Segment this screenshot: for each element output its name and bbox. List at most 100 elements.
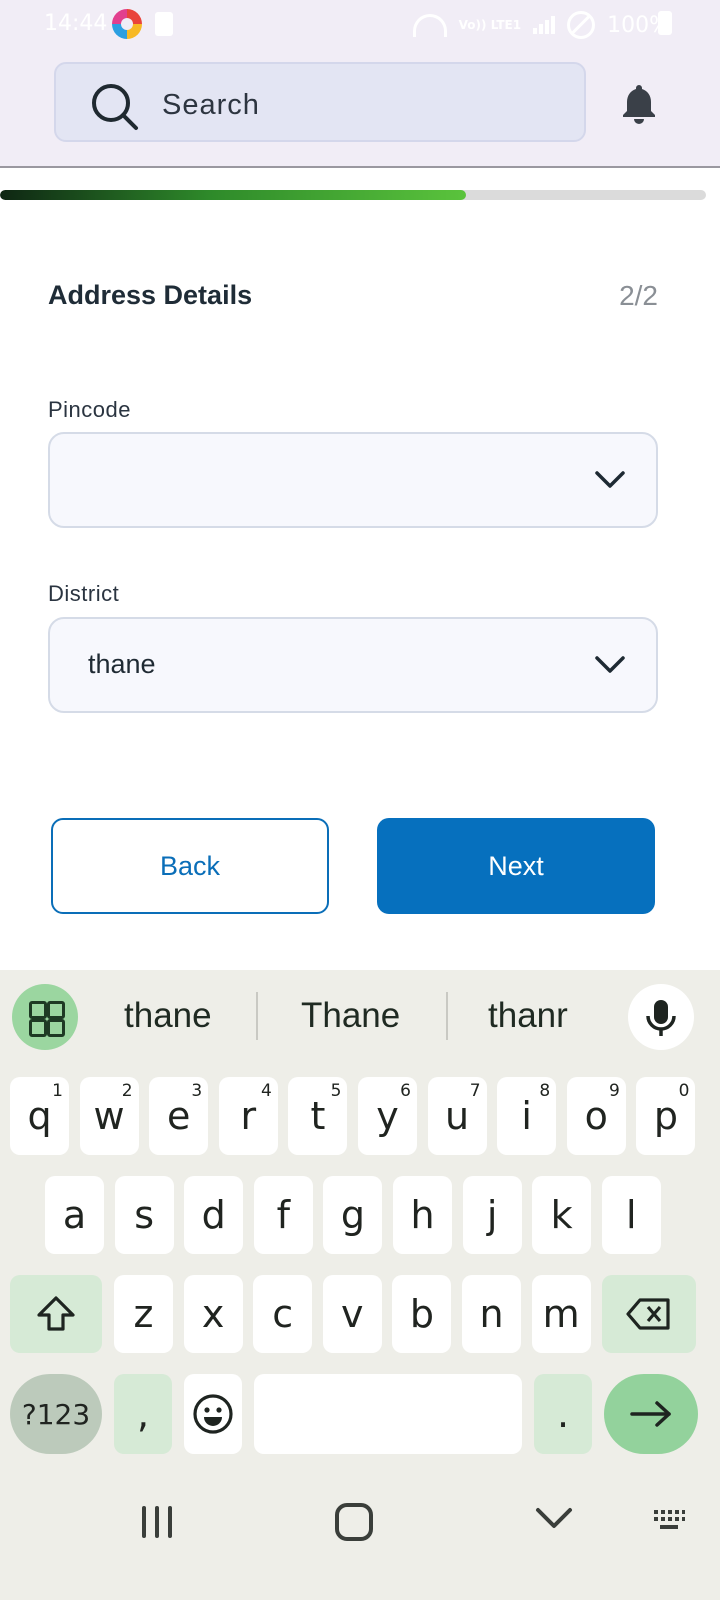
key-b[interactable]: b	[392, 1275, 452, 1353]
key-q[interactable]: q1	[10, 1077, 69, 1155]
lte-label: Vo)) LTE1	[458, 18, 522, 32]
key-r[interactable]: r4	[218, 1077, 278, 1155]
hide-keyboard-icon[interactable]	[534, 1506, 574, 1530]
key-s[interactable]: s	[114, 1176, 174, 1254]
key-label: d	[201, 1193, 226, 1237]
shift-icon	[37, 1296, 75, 1331]
chevron-down-icon	[595, 656, 625, 673]
key-label: k	[550, 1193, 573, 1237]
key-hint: 5	[330, 1081, 342, 1101]
key-z[interactable]: z	[114, 1275, 173, 1353]
district-value: thane	[88, 649, 156, 679]
arrow-right-icon	[630, 1401, 671, 1427]
key-c[interactable]: c	[253, 1275, 313, 1353]
recent-apps-icon[interactable]	[140, 1504, 174, 1540]
suggestion-3[interactable]: thanr	[488, 996, 568, 1036]
key-v[interactable]: v	[322, 1275, 382, 1353]
do-not-disturb-icon	[567, 11, 596, 39]
key-n[interactable]: n	[462, 1275, 521, 1353]
shift-key[interactable]	[10, 1275, 102, 1353]
key-label: o	[584, 1094, 608, 1138]
key-label: q	[27, 1094, 52, 1138]
divider	[446, 992, 448, 1040]
key-e[interactable]: e3	[149, 1077, 209, 1155]
status-indicators: Vo)) LTE1 100%	[412, 11, 670, 39]
chevron-down-icon	[595, 471, 625, 488]
notification-bell-icon[interactable]	[620, 82, 658, 124]
enter-key[interactable]	[604, 1374, 698, 1454]
key-label: e	[166, 1094, 191, 1138]
period-key[interactable]: .	[534, 1374, 592, 1454]
search-icon	[92, 84, 138, 130]
emoji-icon	[193, 1394, 233, 1434]
key-hint: 9	[608, 1081, 620, 1101]
key-j[interactable]: j	[462, 1176, 522, 1254]
key-i[interactable]: i8	[497, 1077, 557, 1155]
key-k[interactable]: k	[532, 1176, 592, 1254]
key-label: m	[542, 1292, 580, 1336]
key-hint: 7	[469, 1081, 481, 1101]
suggestion-2[interactable]: Thane	[301, 996, 400, 1036]
key-m[interactable]: m	[531, 1275, 591, 1353]
key-label: a	[62, 1193, 87, 1237]
key-label: p	[653, 1094, 678, 1138]
step-indicator: 2/2	[619, 280, 658, 311]
section-title: Address Details	[48, 280, 253, 310]
key-d[interactable]: d	[184, 1176, 244, 1254]
divider	[256, 992, 258, 1040]
key-p[interactable]: p0	[636, 1077, 696, 1155]
key-t[interactable]: t5	[288, 1077, 348, 1155]
key-hint: 1	[52, 1081, 63, 1101]
district-dropdown[interactable]: thane	[48, 617, 658, 713]
key-label: u	[445, 1094, 470, 1138]
home-icon[interactable]	[334, 1502, 374, 1542]
next-button[interactable]: Next	[377, 818, 655, 914]
keyboard-switch-icon[interactable]	[652, 1508, 686, 1532]
key-label: j	[486, 1193, 498, 1237]
sim-card-icon	[155, 12, 173, 36]
key-label: g	[340, 1193, 365, 1237]
symbols-key[interactable]: ?123	[10, 1374, 102, 1454]
key-x[interactable]: x	[183, 1275, 243, 1353]
key-l[interactable]: l	[601, 1176, 661, 1254]
emoji-key[interactable]	[184, 1374, 242, 1454]
backspace-icon	[626, 1298, 670, 1330]
key-u[interactable]: u7	[427, 1077, 487, 1155]
progress-fill	[0, 190, 466, 200]
key-label: x	[201, 1292, 225, 1336]
key-h[interactable]: h	[393, 1176, 452, 1254]
key-g[interactable]: g	[323, 1176, 383, 1254]
key-f[interactable]: f	[253, 1176, 313, 1254]
key-label: t	[310, 1094, 326, 1138]
back-button[interactable]: Back	[51, 818, 329, 914]
key-label: n	[479, 1292, 504, 1336]
key-label: v	[341, 1292, 364, 1336]
search-bar[interactable]	[54, 62, 586, 142]
key-label: h	[410, 1193, 435, 1237]
space-key[interactable]	[254, 1374, 522, 1454]
pincode-dropdown[interactable]	[48, 432, 658, 528]
key-hint: 2	[121, 1081, 133, 1101]
key-y[interactable]: y6	[358, 1077, 417, 1155]
battery-icon	[658, 11, 672, 35]
key-label: l	[626, 1193, 637, 1237]
key-a[interactable]: a	[45, 1176, 104, 1254]
microphone-icon[interactable]	[628, 984, 694, 1050]
comma-key[interactable]: ,	[114, 1374, 172, 1454]
key-label: z	[133, 1292, 154, 1336]
key-hint: 4	[260, 1081, 272, 1101]
app-notification-icon	[112, 9, 142, 39]
key-label: r	[240, 1094, 257, 1138]
key-label: b	[409, 1292, 434, 1336]
search-input[interactable]	[160, 84, 554, 126]
key-w[interactable]: w2	[79, 1077, 139, 1155]
key-o[interactable]: o9	[566, 1077, 626, 1155]
backspace-key[interactable]	[602, 1275, 696, 1353]
key-hint: 8	[539, 1081, 551, 1101]
key-hint: 6	[400, 1081, 411, 1101]
apps-grid-icon[interactable]	[12, 984, 78, 1050]
system-navigation-bar	[0, 1470, 720, 1600]
status-bar: 14:44 Vo)) LTE1 100%	[0, 0, 720, 48]
suggestion-1[interactable]: thane	[124, 996, 212, 1036]
key-label: i	[521, 1094, 532, 1138]
